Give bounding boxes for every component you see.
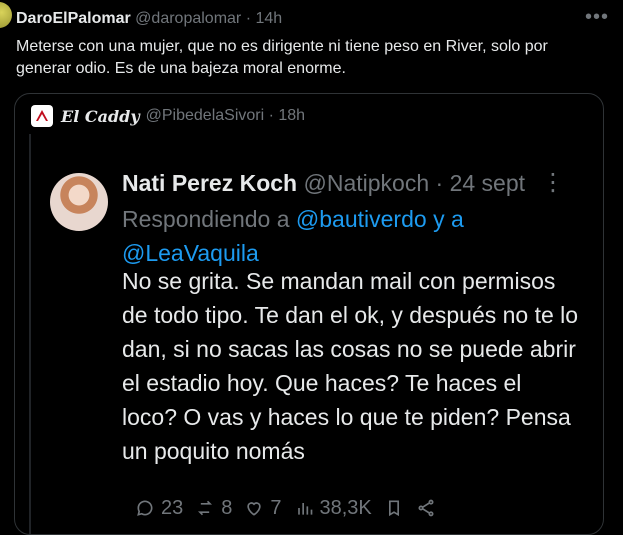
inner-date[interactable]: 24 sept — [450, 170, 525, 196]
reply-link-1[interactable]: @bautiverdo — [296, 206, 427, 232]
embedded-reply-card[interactable]: Nati Perez Koch @Natipkoch · 24 sept ⋮ R… — [29, 134, 587, 534]
quoted-time[interactable]: 18h — [278, 107, 305, 125]
author-name[interactable]: DaroElPalomar — [16, 10, 131, 27]
reply-joiner: y a — [433, 206, 464, 232]
reply-context: Respondiendo a @bautiverdo y a @LeaVaqui… — [122, 202, 562, 270]
reply-link-2[interactable]: @LeaVaquila — [122, 240, 259, 266]
tweet-text: Meterse con una mujer, que no es dirigen… — [16, 38, 548, 77]
like-icon — [244, 498, 264, 518]
avatar[interactable] — [50, 173, 108, 231]
inner-author-name[interactable]: Nati Perez Koch — [122, 170, 297, 196]
share-icon — [416, 498, 436, 518]
quoted-tweet[interactable]: El Caddy @PibedelaSivori · 18h Nati Pere… — [14, 93, 604, 535]
bookmark-icon — [384, 498, 404, 518]
inner-header: Nati Perez Koch @Natipkoch · 24 sept — [122, 170, 525, 197]
like-button[interactable]: 7 — [244, 488, 282, 528]
inner-text: No se grita. Se mandan mail con permisos… — [122, 268, 579, 464]
separator-dot: · — [264, 107, 279, 124]
reply-button[interactable]: 23 — [135, 488, 183, 528]
avatar[interactable] — [0, 2, 12, 28]
quoted-author-handle[interactable]: @PibedelaSivori — [146, 107, 265, 125]
tweet-time[interactable]: 14h — [255, 10, 282, 27]
quoted-header: El Caddy @PibedelaSivori · 18h — [31, 105, 305, 127]
logo-icon — [31, 105, 53, 127]
repost-icon — [195, 498, 215, 518]
reply-prefix: Respondiendo a — [122, 206, 290, 232]
repost-button[interactable]: 8 — [195, 488, 232, 528]
views-button[interactable]: 38,3K — [294, 488, 372, 528]
share-button[interactable] — [416, 488, 436, 528]
tweet-header: DaroElPalomar @daropalomar · 14h — [16, 10, 282, 28]
more-icon[interactable]: ⋮ — [541, 168, 565, 197]
inner-author-handle[interactable]: @Natipkoch — [304, 170, 430, 196]
bookmark-button[interactable] — [384, 488, 404, 528]
author-handle[interactable]: @daropalomar — [135, 10, 241, 27]
separator-dot: · — [435, 170, 444, 196]
action-bar: 23 8 7 38,3K — [135, 488, 585, 528]
views-icon — [294, 498, 314, 518]
more-icon[interactable]: ••• — [585, 6, 609, 29]
separator-dot: · — [245, 10, 252, 27]
reply-icon — [135, 498, 155, 518]
quoted-author-name[interactable]: El Caddy — [61, 107, 140, 126]
